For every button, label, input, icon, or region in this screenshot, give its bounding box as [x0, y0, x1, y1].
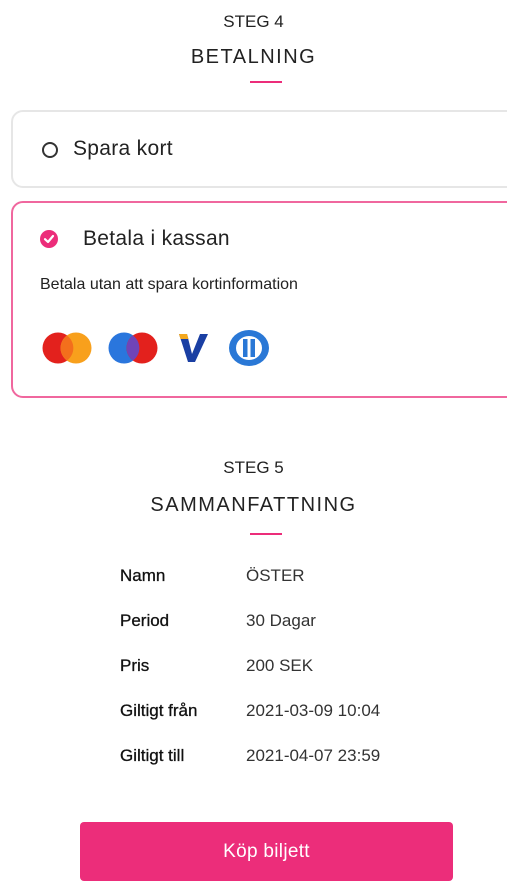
- check-circle-icon[interactable]: [40, 230, 58, 248]
- summary-row: Giltigt till 2021-04-07 23:59: [120, 746, 440, 770]
- summary-value: 2021-04-07 23:59: [246, 746, 381, 765]
- summary-value: 200 SEK: [246, 656, 314, 675]
- summary-row: Namn ÖSTER: [120, 566, 440, 590]
- payment-option-label: Spara kort: [73, 137, 173, 160]
- payment-option-pay-at-checkout[interactable]: Betala i kassan Betala utan att spara ko…: [11, 201, 507, 398]
- visa-electron-icon: [176, 332, 210, 369]
- summary-key: Giltigt till: [120, 746, 185, 765]
- summary-row: Period 30 Dagar: [120, 611, 440, 635]
- payment-option-label: Betala i kassan: [83, 227, 230, 250]
- radio-unchecked-icon[interactable]: [42, 142, 58, 158]
- summary-key: Giltigt från: [120, 701, 198, 720]
- summary-key: Period: [120, 611, 170, 630]
- step-4-label: STEG 4: [223, 12, 284, 31]
- buy-ticket-button[interactable]: Köp biljett: [80, 822, 453, 881]
- summary-value: ÖSTER: [246, 566, 305, 585]
- step-5-accent-line: [250, 533, 282, 535]
- mastercard-icon: [42, 331, 92, 370]
- step-4-accent-line: [250, 81, 282, 83]
- step-4-title: BETALNING: [190, 46, 317, 68]
- summary-key: Pris: [120, 656, 150, 675]
- payment-option-description: Betala utan att spara kortinformation: [40, 276, 298, 293]
- maestro-icon: [108, 331, 158, 370]
- summary-value: 30 Dagar: [246, 611, 316, 630]
- step-5-title: SAMMANFATTNING: [150, 494, 357, 516]
- summary-key: Namn: [120, 566, 166, 585]
- step-5-label: STEG 5: [223, 458, 284, 477]
- diners-club-icon: [227, 328, 271, 373]
- summary-value: 2021-03-09 10:04: [246, 701, 381, 720]
- payment-option-save-card[interactable]: Spara kort: [11, 110, 507, 188]
- summary-row: Giltigt från 2021-03-09 10:04: [120, 701, 440, 725]
- summary-row: Pris 200 SEK: [120, 656, 440, 680]
